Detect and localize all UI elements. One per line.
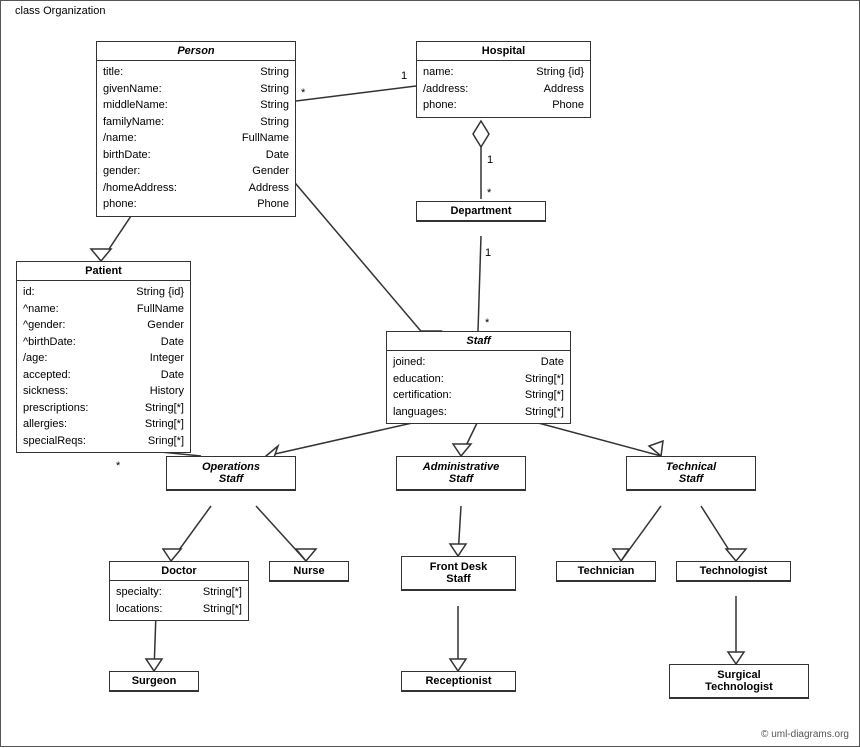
person-body: title:String givenName:String middleName… xyxy=(97,61,295,216)
receptionist-header: Receptionist xyxy=(402,672,515,691)
person-header: Person xyxy=(97,42,295,61)
technologist-header: Technologist xyxy=(677,562,790,581)
svg-text:1: 1 xyxy=(485,247,491,259)
front-desk-staff-header: Front DeskStaff xyxy=(402,557,515,590)
operations-staff-class: OperationsStaff xyxy=(166,456,296,491)
svg-text:*: * xyxy=(485,317,490,329)
doctor-body: specialty:String[*] locations:String[*] xyxy=(110,581,248,620)
staff-header: Staff xyxy=(387,332,570,351)
patient-header: Patient xyxy=(17,262,190,281)
diagram-title: class Organization xyxy=(11,5,110,17)
administrative-staff-header: AdministrativeStaff xyxy=(397,457,525,490)
hospital-body: name:String {id} /address:Address phone:… xyxy=(417,61,590,117)
svg-text:1: 1 xyxy=(401,70,407,82)
svg-text:*: * xyxy=(116,460,121,472)
surgical-technologist-header: SurgicalTechnologist xyxy=(670,665,808,698)
doctor-header: Doctor xyxy=(110,562,248,581)
surgeon-class: Surgeon xyxy=(109,671,199,692)
technician-header: Technician xyxy=(557,562,655,581)
operations-staff-header: OperationsStaff xyxy=(167,457,295,490)
technical-staff-class: TechnicalStaff xyxy=(626,456,756,491)
surgical-technologist-class: SurgicalTechnologist xyxy=(669,664,809,699)
nurse-class: Nurse xyxy=(269,561,349,582)
copyright: © uml-diagrams.org xyxy=(761,729,849,740)
staff-body: joined:Date education:String[*] certific… xyxy=(387,351,570,423)
svg-text:*: * xyxy=(301,87,306,99)
patient-class: Patient id:String {id} ^name:FullName ^g… xyxy=(16,261,191,453)
diagram-container: class Organization * 1 1 * 1 * * * xyxy=(0,0,860,747)
hospital-class: Hospital name:String {id} /address:Addre… xyxy=(416,41,591,118)
department-class: Department xyxy=(416,201,546,222)
staff-class: Staff joined:Date education:String[*] ce… xyxy=(386,331,571,424)
front-desk-staff-class: Front DeskStaff xyxy=(401,556,516,591)
patient-body: id:String {id} ^name:FullName ^gender:Ge… xyxy=(17,281,190,452)
doctor-class: Doctor specialty:String[*] locations:Str… xyxy=(109,561,249,621)
administrative-staff-class: AdministrativeStaff xyxy=(396,456,526,491)
department-header: Department xyxy=(417,202,545,221)
technical-staff-header: TechnicalStaff xyxy=(627,457,755,490)
hospital-header: Hospital xyxy=(417,42,590,61)
nurse-header: Nurse xyxy=(270,562,348,581)
technician-class: Technician xyxy=(556,561,656,582)
svg-text:*: * xyxy=(487,187,492,199)
surgeon-header: Surgeon xyxy=(110,672,198,691)
person-class: Person title:String givenName:String mid… xyxy=(96,41,296,217)
technologist-class: Technologist xyxy=(676,561,791,582)
receptionist-class: Receptionist xyxy=(401,671,516,692)
svg-text:1: 1 xyxy=(487,154,493,166)
